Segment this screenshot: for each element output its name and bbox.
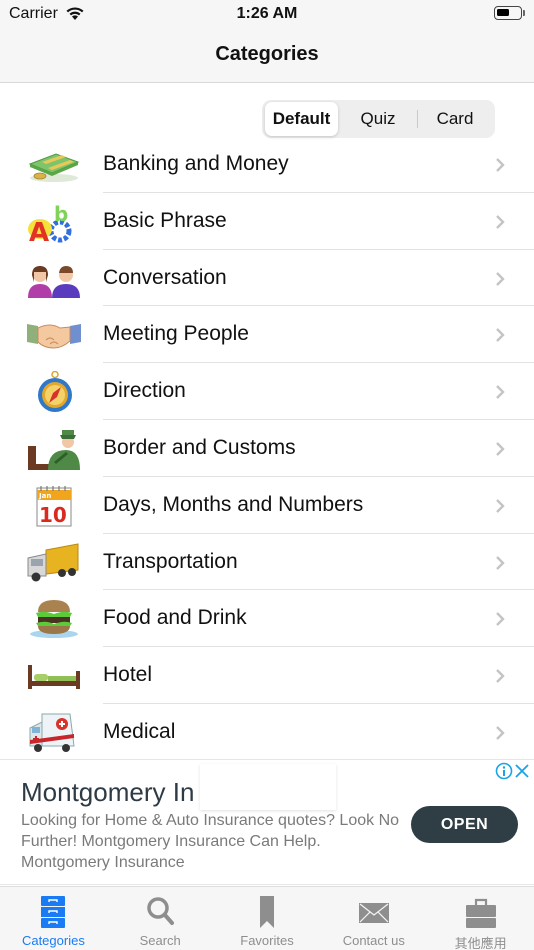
tab-favorites[interactable]: Favorites [214, 887, 321, 950]
bookmark-icon [259, 896, 274, 928]
category-label: Banking and Money [103, 152, 289, 175]
bed-icon [28, 665, 80, 690]
tab-label: 其他應用 [454, 936, 507, 950]
battery-icon [494, 6, 522, 20]
tab-label: Search [139, 933, 181, 948]
people-icon [28, 265, 80, 298]
truck-icon [27, 542, 79, 582]
abc-letters-icon: b A [28, 202, 72, 243]
ad-title: Montgomery In [21, 777, 195, 807]
money-icon [28, 153, 80, 182]
tab-search[interactable]: Search [107, 887, 214, 950]
chevron-right-icon [496, 555, 505, 570]
segment-default[interactable]: Default [265, 102, 338, 136]
category-list: Banking and Money b A Basic Phrase Conve… [0, 136, 534, 761]
svg-text:A: A [29, 218, 49, 243]
navigation-bar: Categories [0, 28, 534, 83]
category-label: Border and Customs [103, 435, 296, 459]
category-row-transportation[interactable]: Transportation [0, 534, 534, 591]
category-row-border-customs[interactable]: Border and Customs [0, 420, 534, 477]
chevron-right-icon [496, 328, 505, 343]
info-icon[interactable] [495, 762, 513, 780]
page-title: Categories [215, 43, 319, 65]
category-label: Conversation [103, 265, 227, 289]
category-row-conversation[interactable]: Conversation [0, 250, 534, 307]
ad-open-button[interactable]: OPEN [411, 806, 518, 843]
ambulance-icon [29, 713, 75, 752]
category-label: Food and Drink [103, 606, 247, 630]
chevron-right-icon [496, 498, 505, 513]
ad-body: Looking for Home & Auto Insurance quotes… [21, 812, 400, 871]
segment-card[interactable]: Card [418, 102, 492, 136]
tab-contact-us[interactable]: Contact us [320, 887, 427, 950]
close-icon[interactable] [514, 762, 530, 780]
chevron-right-icon [496, 271, 505, 286]
briefcase-icon [465, 898, 496, 928]
ad-banner[interactable]: Montgomery In Looking for Home & Auto In… [0, 759, 534, 885]
category-label: Transportation [103, 549, 238, 573]
category-row-banking[interactable]: Banking and Money [0, 136, 534, 193]
category-row-basic-phrase[interactable]: b A Basic Phrase [0, 193, 534, 250]
chevron-right-icon [496, 442, 505, 456]
calendar-icon: Jan 10 [36, 485, 72, 527]
category-row-direction[interactable]: Direction [0, 363, 534, 420]
category-label: Basic Phrase [103, 208, 227, 232]
status-time: 1:26 AM [236, 5, 298, 22]
calendar-day: 10 [39, 503, 67, 527]
category-row-days-months-numbers[interactable]: Jan 10 Days, Months and Numbers [0, 477, 534, 534]
chevron-right-icon [496, 669, 505, 684]
category-row-meeting-people[interactable]: Meeting People [0, 306, 534, 364]
tab-label: Categories [21, 933, 85, 948]
drawers-icon [41, 896, 66, 928]
chevron-right-icon [496, 158, 505, 172]
chevron-right-icon [496, 385, 505, 400]
segment-quiz[interactable]: Quiz [340, 102, 416, 136]
mail-icon [358, 903, 389, 923]
status-bar: Carrier 1:26 AM [0, 0, 534, 28]
battery-tip [523, 10, 525, 16]
handshake-icon [27, 324, 81, 349]
compass-icon [38, 371, 72, 413]
tab-categories[interactable]: Categories [0, 887, 107, 950]
tab-other-apps[interactable]: 其他應用 [427, 887, 534, 950]
ad-overlay-box [200, 764, 336, 810]
svg-text:b: b [54, 202, 68, 226]
tab-label: Contact us [342, 933, 405, 948]
category-label: Days, Months and Numbers [103, 492, 364, 516]
category-label: Medical [103, 719, 176, 743]
calendar-month: Jan [38, 492, 51, 500]
tab-label: Favorites [240, 933, 294, 948]
chevron-right-icon [496, 612, 505, 627]
burger-icon [30, 600, 78, 639]
search-icon [147, 897, 175, 925]
category-row-hotel[interactable]: Hotel [0, 647, 534, 704]
customs-officer-icon [28, 429, 80, 470]
category-row-medical[interactable]: Medical [0, 704, 534, 761]
mode-segmented-control: Default Quiz Card [262, 100, 495, 138]
tab-bar: Categories Search Favorites Contact us 其… [0, 886, 534, 950]
chevron-right-icon [496, 726, 505, 740]
category-label: Hotel [103, 663, 153, 687]
category-label: Meeting People [103, 322, 249, 346]
category-row-food-drink[interactable]: Food and Drink [0, 590, 534, 648]
category-label: Direction [103, 379, 186, 403]
chevron-right-icon [496, 214, 505, 229]
